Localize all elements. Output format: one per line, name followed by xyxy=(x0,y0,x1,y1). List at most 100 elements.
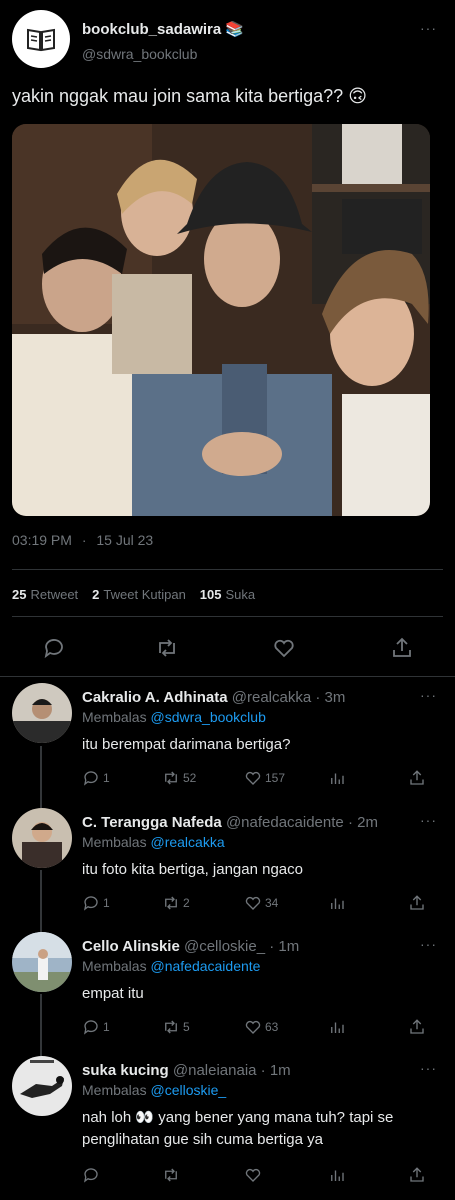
divider xyxy=(12,569,443,570)
replying-to: Membalas @realcakka xyxy=(82,834,225,850)
more-options-button[interactable]: ··· xyxy=(420,687,437,703)
tweet-header: bookclub_sadawira 📚 @sdwra_bookclub xyxy=(12,10,442,68)
mention-link[interactable]: @realcakka xyxy=(150,834,224,850)
share-button[interactable] xyxy=(408,1018,426,1036)
more-options-button[interactable]: ··· xyxy=(420,812,437,828)
analytics-icon xyxy=(331,773,344,784)
reply-tweet[interactable]: Cello Alinskie @celloskie_ · 1m ··· Memb… xyxy=(0,932,455,1052)
reply-icon[interactable] xyxy=(42,636,66,660)
reply-header: suka kucing @naleianaia · 1m xyxy=(82,1062,291,1079)
share-icon[interactable] xyxy=(390,636,414,660)
avatar[interactable] xyxy=(12,808,72,868)
reply-button[interactable]: 1 xyxy=(82,1018,110,1036)
retweet-button[interactable]: 52 xyxy=(162,769,196,787)
analytics-icon xyxy=(331,898,344,909)
reply-icon xyxy=(83,1168,98,1183)
reply-text: empat itu xyxy=(82,985,144,1002)
like-button[interactable]: 34 xyxy=(244,894,278,912)
retweets-stat[interactable]: 25 Retweet xyxy=(12,587,78,602)
analytics-icon xyxy=(331,1022,344,1033)
more-options-button[interactable]: ··· xyxy=(420,936,437,952)
like-button[interactable] xyxy=(244,1166,265,1184)
display-name[interactable]: Cakralio A. Adhinata xyxy=(82,689,228,706)
reply-text: itu berempat darimana bertiga? xyxy=(82,736,291,753)
mention-link[interactable]: @celloskie_ xyxy=(150,1082,226,1098)
replying-to: Membalas @celloskie_ xyxy=(82,1082,227,1098)
like-icon xyxy=(245,1020,261,1034)
reply-button[interactable] xyxy=(82,1166,103,1184)
tweet-text: yakin nggak mau join sama kita bertiga??… xyxy=(12,86,367,106)
reply-time: · 1m xyxy=(260,1062,291,1079)
separator: · xyxy=(81,532,87,548)
retweet-icon xyxy=(165,771,177,785)
tweet-photo[interactable] xyxy=(12,124,430,516)
retweet-button[interactable] xyxy=(162,1166,183,1184)
tweet-timestamp[interactable]: 03:19 PM · 15 Jul 23 xyxy=(12,532,153,548)
display-name[interactable]: Cello Alinskie xyxy=(82,938,180,955)
reply-header: Cello Alinskie @celloskie_ · 1m xyxy=(82,938,299,955)
share-button[interactable] xyxy=(408,894,426,912)
quotes-stat[interactable]: 2 Tweet Kutipan xyxy=(92,587,186,602)
tweet-date: 15 Jul 23 xyxy=(96,532,154,548)
reply-icon xyxy=(83,1020,98,1035)
like-icon[interactable] xyxy=(272,636,296,660)
analytics-button[interactable] xyxy=(328,769,346,787)
retweet-icon xyxy=(165,1168,177,1182)
reply-actions: 1 5 63 xyxy=(82,1018,432,1040)
user-handle[interactable]: @nafedacaidente xyxy=(226,814,344,831)
analytics-button[interactable] xyxy=(328,1166,346,1184)
analytics-button[interactable] xyxy=(328,1018,346,1036)
retweet-icon[interactable] xyxy=(155,636,179,660)
like-icon xyxy=(245,896,261,910)
divider xyxy=(0,676,455,677)
reply-actions xyxy=(82,1166,432,1188)
share-icon xyxy=(410,895,424,910)
reply-header: C. Terangga Nafeda @nafedacaidente · 2m xyxy=(82,814,378,831)
avatar[interactable] xyxy=(12,1056,72,1116)
like-button[interactable]: 63 xyxy=(244,1018,278,1036)
tweet-time: 03:19 PM xyxy=(12,532,72,548)
retweet-icon xyxy=(165,896,177,910)
retweet-button[interactable]: 5 xyxy=(162,1018,190,1036)
replying-to: Membalas @sdwra_bookclub xyxy=(82,709,266,725)
reply-time: · 3m xyxy=(315,689,346,706)
more-options-button[interactable]: ··· xyxy=(420,1060,437,1076)
mention-link[interactable]: @sdwra_bookclub xyxy=(150,709,265,725)
like-icon xyxy=(245,771,261,785)
display-name[interactable]: C. Terangga Nafeda xyxy=(82,814,222,831)
avatar[interactable] xyxy=(12,932,72,992)
analytics-button[interactable] xyxy=(328,894,346,912)
analytics-icon xyxy=(331,1170,344,1181)
user-handle[interactable]: @celloskie_ xyxy=(184,938,265,955)
display-name[interactable]: suka kucing xyxy=(82,1062,169,1079)
group-photo xyxy=(12,124,430,516)
reply-tweet[interactable]: suka kucing @naleianaia · 1m ··· Membala… xyxy=(0,1056,455,1196)
share-button[interactable] xyxy=(408,769,426,787)
likes-stat[interactable]: 105 Suka xyxy=(200,587,255,602)
avatar[interactable] xyxy=(12,10,70,68)
user-handle[interactable]: @realcakka xyxy=(232,689,311,706)
reply-text: itu foto kita bertiga, jangan ngaco xyxy=(82,861,303,878)
retweet-button[interactable]: 2 xyxy=(162,894,190,912)
share-icon xyxy=(410,1019,424,1034)
reply-tweet[interactable]: Cakralio A. Adhinata @realcakka · 3m ···… xyxy=(0,683,455,803)
reply-icon xyxy=(83,771,98,786)
book-icon xyxy=(27,28,55,52)
reply-button[interactable]: 1 xyxy=(82,769,110,787)
reply-actions: 1 52 157 xyxy=(82,769,432,791)
mention-link[interactable]: @nafedacaidente xyxy=(150,958,260,974)
reply-time: · 2m xyxy=(347,814,378,831)
share-button[interactable] xyxy=(408,1166,426,1184)
share-icon xyxy=(410,1167,424,1182)
user-handle[interactable]: @naleianaia xyxy=(173,1062,257,1079)
avatar[interactable] xyxy=(12,683,72,743)
reply-button[interactable]: 1 xyxy=(82,894,110,912)
like-button[interactable]: 157 xyxy=(244,769,285,787)
reply-actions: 1 2 34 xyxy=(82,894,432,916)
reply-tweet[interactable]: C. Terangga Nafeda @nafedacaidente · 2m … xyxy=(0,808,455,928)
more-options-button[interactable]: ··· xyxy=(420,20,437,36)
display-name[interactable]: bookclub_sadawira 📚 xyxy=(82,20,244,38)
user-handle[interactable]: @sdwra_bookclub xyxy=(82,46,197,62)
retweet-icon xyxy=(165,1020,177,1034)
tweet-actions xyxy=(0,632,455,664)
